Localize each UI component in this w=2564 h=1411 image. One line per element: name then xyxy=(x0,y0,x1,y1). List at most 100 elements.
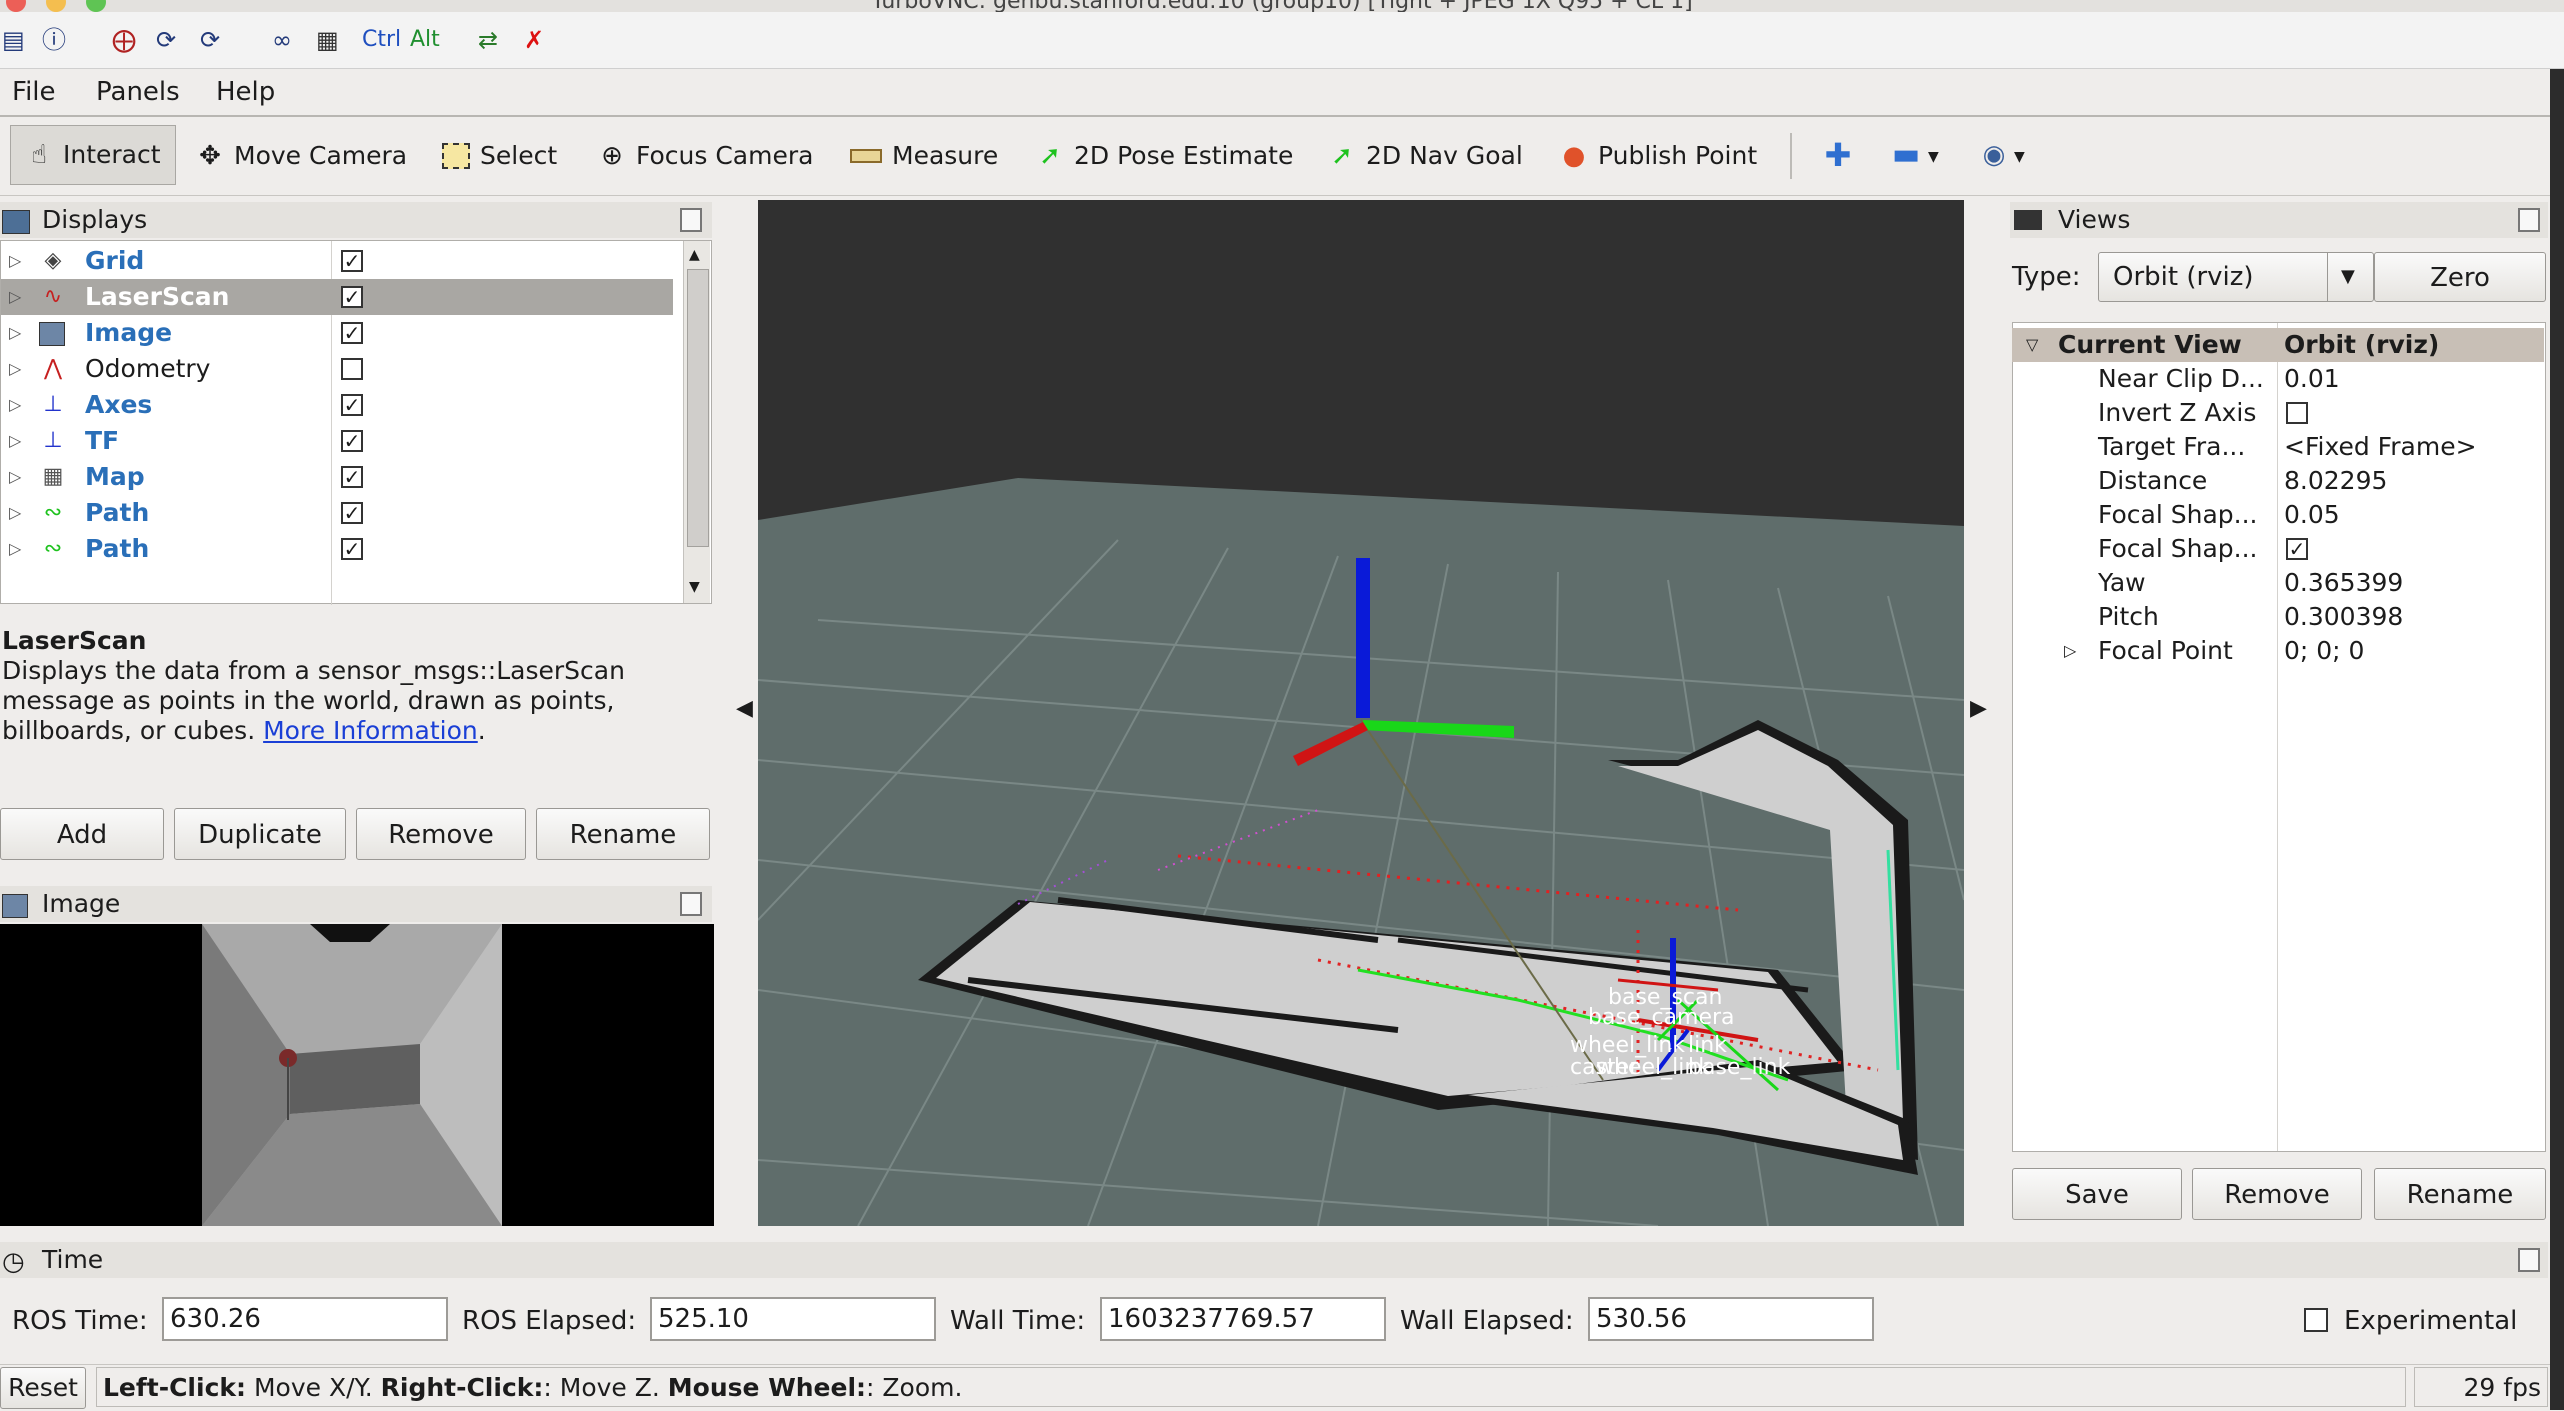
prop-focal-point[interactable]: ▷ Focal Point 0; 0; 0 xyxy=(2012,634,2544,668)
info-icon[interactable]: ⓘ xyxy=(42,26,66,54)
expand-arrow-icon[interactable]: ▷ xyxy=(9,459,21,495)
left-splitter[interactable]: ◀ xyxy=(714,200,758,1226)
tool-2d-pose-estimate[interactable]: ➚ 2D Pose Estimate xyxy=(1036,135,1293,177)
prop-value[interactable]: <Fixed Frame> xyxy=(2284,430,2477,464)
prop-invert-z[interactable]: Invert Z Axis xyxy=(2012,396,2544,430)
display-row-path[interactable]: ▷ ∾ Path ✓ xyxy=(1,531,673,567)
display-enabled-checkbox[interactable]: ✓ xyxy=(341,322,363,344)
collapse-left-icon[interactable]: ◀ xyxy=(736,696,753,721)
lossless-refresh-icon[interactable]: ⟳ xyxy=(200,26,220,54)
float-panel-button[interactable] xyxy=(2518,1248,2540,1272)
prop-distance[interactable]: Distance 8.02295 xyxy=(2012,464,2544,498)
display-enabled-checkbox[interactable]: ✓ xyxy=(341,538,363,560)
ros-elapsed-field[interactable]: 525.10 xyxy=(650,1297,936,1341)
expand-arrow-icon[interactable]: ▷ xyxy=(9,531,21,567)
ros-time-field[interactable]: 630.26 xyxy=(162,1297,448,1341)
prop-value[interactable]: 0; 0; 0 xyxy=(2284,634,2364,668)
expand-arrow-icon[interactable]: ▷ xyxy=(9,315,21,351)
tool-move-camera[interactable]: ✥ Move Camera xyxy=(196,135,407,177)
float-panel-button[interactable] xyxy=(2518,208,2540,232)
prop-value[interactable]: 8.02295 xyxy=(2284,464,2387,498)
remove-view-button[interactable]: Remove xyxy=(2192,1168,2362,1220)
prop-value[interactable]: 0.01 xyxy=(2284,362,2340,396)
view-type-select[interactable]: Orbit (rviz) ▼ xyxy=(2098,252,2374,302)
display-enabled-checkbox[interactable] xyxy=(341,358,363,380)
experimental-checkbox[interactable] xyxy=(2304,1308,2328,1332)
float-panel-button[interactable] xyxy=(680,892,702,916)
scroll-down-icon[interactable]: ▼ xyxy=(689,579,700,595)
eye-icon[interactable]: ◉ xyxy=(1980,141,2008,169)
keyboard-icon[interactable]: ▦ xyxy=(316,26,339,54)
more-information-link[interactable]: More Information xyxy=(263,716,478,745)
expand-arrow-icon[interactable]: ▷ xyxy=(9,243,21,279)
invert-z-checkbox[interactable] xyxy=(2286,402,2308,424)
tool-2d-nav-goal[interactable]: ➚ 2D Nav Goal xyxy=(1328,135,1523,177)
float-panel-button[interactable] xyxy=(680,208,702,232)
display-row-map[interactable]: ▷ ▦ Map ✓ xyxy=(1,459,673,495)
scroll-up-icon[interactable]: ▲ xyxy=(689,247,700,263)
expand-arrow-icon[interactable]: ▷ xyxy=(9,495,21,531)
menu-help[interactable]: Help xyxy=(216,77,275,107)
zero-view-button[interactable]: Zero xyxy=(2374,252,2546,302)
display-row-tf[interactable]: ▷ ⊥ TF ✓ xyxy=(1,423,673,459)
display-enabled-checkbox[interactable]: ✓ xyxy=(341,466,363,488)
prop-near-clip[interactable]: Near Clip D... 0.01 xyxy=(2012,362,2544,396)
display-row-grid[interactable]: ▷ ◈ Grid ✓ xyxy=(1,243,673,279)
expand-arrow-icon[interactable]: ▷ xyxy=(9,387,21,423)
display-enabled-checkbox[interactable]: ✓ xyxy=(341,430,363,452)
rename-display-button[interactable]: Rename xyxy=(536,808,710,860)
fullscreen-icon[interactable]: ⨁ xyxy=(112,26,136,54)
prop-focal-shape-fixed[interactable]: Focal Shap... ✓ xyxy=(2012,532,2544,566)
add-display-button[interactable]: Add xyxy=(0,808,164,860)
remove-tool-icon[interactable]: ▬ xyxy=(1892,140,1920,170)
display-row-path[interactable]: ▷ ∾ Path ✓ xyxy=(1,495,673,531)
expand-arrow-icon[interactable]: ▷ xyxy=(9,279,21,315)
displays-scrollbar[interactable]: ▲ ▼ xyxy=(683,241,710,603)
add-tool-icon[interactable]: ✚ xyxy=(1824,139,1852,171)
prop-value[interactable]: 0.300398 xyxy=(2284,600,2403,634)
scene-3d[interactable]: base_scan base_camera wheel_link link ca… xyxy=(758,200,1964,1226)
current-view-row[interactable]: ▽ Current View Orbit (rviz) xyxy=(2012,328,2544,362)
rename-view-button[interactable]: Rename xyxy=(2374,1168,2546,1220)
chevron-down-icon[interactable]: ▼ xyxy=(2014,149,2025,165)
expand-arrow-icon[interactable]: ▷ xyxy=(9,351,21,387)
clipboard-icon[interactable]: ▤ xyxy=(2,26,25,54)
ctrl-key-button[interactable]: Ctrl xyxy=(362,26,401,54)
prop-target-frame[interactable]: Target Fra... <Fixed Frame> xyxy=(2012,430,2544,464)
tool-measure[interactable]: Measure xyxy=(850,135,998,177)
tool-publish-point[interactable]: ● Publish Point xyxy=(1560,135,1757,177)
expand-arrow-icon[interactable]: ▷ xyxy=(9,423,21,459)
prop-focal-shape-size[interactable]: Focal Shap... 0.05 xyxy=(2012,498,2544,532)
prop-yaw[interactable]: Yaw 0.365399 xyxy=(2012,566,2544,600)
display-enabled-checkbox[interactable]: ✓ xyxy=(341,394,363,416)
expand-arrow-icon[interactable]: ▷ xyxy=(2064,634,2076,668)
display-row-odometry[interactable]: ▷ ⋀ Odometry xyxy=(1,351,673,387)
alt-key-button[interactable]: Alt xyxy=(410,26,440,54)
duplicate-display-button[interactable]: Duplicate xyxy=(174,808,346,860)
collapse-arrow-icon[interactable]: ▽ xyxy=(2026,328,2038,362)
save-view-button[interactable]: Save xyxy=(2012,1168,2182,1220)
link-icon[interactable]: ∞ xyxy=(272,26,292,54)
wall-time-field[interactable]: 1603237769.57 xyxy=(1100,1297,1386,1341)
transfer-icon[interactable]: ⇄ xyxy=(478,26,498,54)
prop-value[interactable]: 0.365399 xyxy=(2284,566,2403,600)
collapse-right-icon[interactable]: ▶ xyxy=(1970,696,1987,721)
reset-button[interactable]: Reset xyxy=(0,1367,86,1409)
menu-file[interactable]: File xyxy=(12,77,56,107)
display-row-laserscan[interactable]: ▷ ∿ LaserScan ✓ xyxy=(1,279,673,315)
wall-elapsed-field[interactable]: 530.56 xyxy=(1588,1297,1874,1341)
display-enabled-checkbox[interactable]: ✓ xyxy=(341,250,363,272)
chevron-down-icon[interactable]: ▼ xyxy=(1928,149,1939,165)
scrollbar-thumb[interactable] xyxy=(687,269,709,547)
disconnect-icon[interactable]: ✗ xyxy=(524,26,544,54)
menu-panels[interactable]: Panels xyxy=(96,77,180,107)
display-enabled-checkbox[interactable]: ✓ xyxy=(341,502,363,524)
right-splitter[interactable]: ▶ xyxy=(1964,200,2008,1226)
refresh-icon[interactable]: ⟳ xyxy=(156,26,176,54)
prop-value[interactable]: 0.05 xyxy=(2284,498,2340,532)
prop-pitch[interactable]: Pitch 0.300398 xyxy=(2012,600,2544,634)
display-row-axes[interactable]: ▷ ⊥ Axes ✓ xyxy=(1,387,673,423)
render-viewport[interactable]: base_scan base_camera wheel_link link ca… xyxy=(758,200,1964,1226)
display-enabled-checkbox[interactable]: ✓ xyxy=(341,286,363,308)
tool-select[interactable]: Select xyxy=(442,135,557,177)
